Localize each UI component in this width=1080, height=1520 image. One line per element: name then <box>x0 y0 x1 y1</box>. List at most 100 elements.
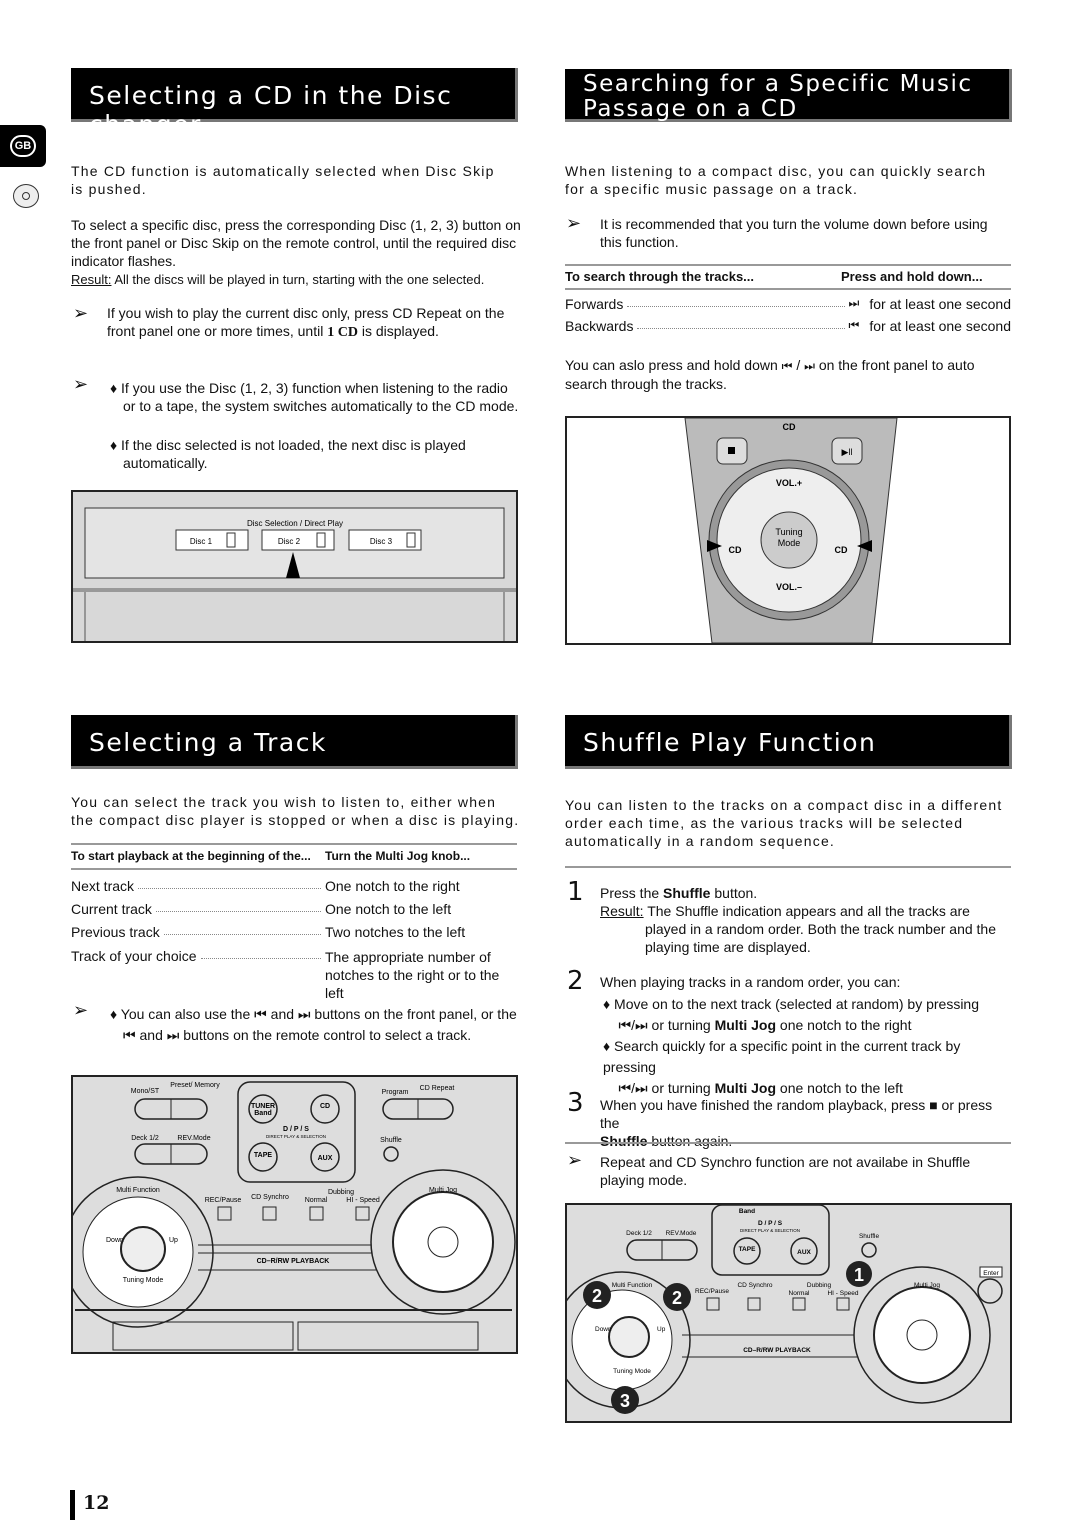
bullet: ♦ If the disc selected is not loaded, th… <box>110 437 466 471</box>
bullet: ♦ Search quickly for a specific point in… <box>603 1038 961 1096</box>
svg-text:TAPE: TAPE <box>254 1152 272 1159</box>
shuffle-panel-illustration: Band D / P / S DIRECT PLAY & SELECTION De… <box>553 1203 1012 1423</box>
disc-2-button: Disc 2 <box>261 529 335 551</box>
svg-text:HI - Speed: HI - Speed <box>827 1290 858 1297</box>
note-arrow-icon: ➢ <box>73 374 89 394</box>
svg-text:Dubbing: Dubbing <box>328 1189 354 1196</box>
paragraph: The CD function is automatically selecte… <box>71 163 495 197</box>
svg-text:AUX: AUX <box>318 1155 333 1162</box>
disc-changer-illustration: Disc Selection / Direct Play Disc 1 Disc… <box>71 490 518 643</box>
step-number: 2 <box>567 966 584 996</box>
svg-text:▶ll: ▶ll <box>842 447 853 457</box>
table-row: Previous track Two notches to the left <box>71 924 466 940</box>
bullet: ♦ If you use the Disc (1, 2, 3) function… <box>110 380 519 414</box>
svg-text:Band: Band <box>739 1208 755 1215</box>
svg-text:CD: CD <box>835 545 848 555</box>
front-panel-illustration: Mono/ST Preset/ Memory Deck 1/2 REV.Mode T… <box>62 1075 518 1354</box>
note: It is recommended that you turn the volu… <box>600 216 988 250</box>
svg-text:CD Synchro: CD Synchro <box>737 1282 772 1289</box>
svg-text:Down: Down <box>106 1237 124 1244</box>
svg-text:Preset/ Memory: Preset/ Memory <box>170 1082 220 1089</box>
note: ♦ You can also use the ⏮ and ⏭ buttons o… <box>110 1006 517 1043</box>
table-row: Forwards ⏭ for at least one second <box>565 296 1011 312</box>
page-number-bar <box>70 1490 75 1520</box>
paragraph: To select a specific disc, press the cor… <box>71 217 521 287</box>
table-header: To start playback at the beginning of th… <box>71 849 471 863</box>
svg-text:D / P / S: D / P / S <box>758 1220 783 1227</box>
paragraph: You can select the track you wish to lis… <box>71 794 520 828</box>
svg-text:CD: CD <box>729 545 742 555</box>
note: Repeat and CD Synchro function are not a… <box>600 1154 971 1188</box>
svg-text:CD Synchro: CD Synchro <box>251 1194 289 1201</box>
svg-text:Normal: Normal <box>789 1290 811 1297</box>
svg-text:CD–R/RW PLAYBACK: CD–R/RW PLAYBACK <box>257 1258 330 1265</box>
svg-text:Normal: Normal <box>305 1197 328 1204</box>
svg-text:2: 2 <box>672 1288 682 1308</box>
step-number: 1 <box>567 877 584 907</box>
svg-text:REV.Mode: REV.Mode <box>177 1135 210 1142</box>
note-arrow-icon: ➢ <box>73 303 89 323</box>
disc-1-button: Disc 1 <box>175 529 249 551</box>
svg-text:TUNER: TUNER <box>251 1103 275 1110</box>
section-title-shuffle: Shuffle Play Function <box>565 715 1012 769</box>
svg-text:CD: CD <box>320 1103 330 1110</box>
gb-label: GB <box>10 135 36 157</box>
vol-down-label: VOL.– <box>776 582 802 592</box>
svg-text:Up: Up <box>657 1326 666 1333</box>
disc-selection-label: Disc Selection / Direct Play <box>247 519 343 528</box>
step-2: When playing tracks in a random order, y… <box>600 974 901 990</box>
svg-text:Deck 1/2: Deck 1/2 <box>131 1135 159 1142</box>
step-number: 3 <box>567 1088 584 1118</box>
paragraph: You can aslo press and hold down ⏮ / ⏭ o… <box>565 357 975 392</box>
svg-text:Enter: Enter <box>983 1270 999 1277</box>
svg-text:Tuning Mode: Tuning Mode <box>123 1277 164 1284</box>
svg-text:Disc 1: Disc 1 <box>190 537 213 546</box>
svg-text:Multi Function: Multi Function <box>116 1187 160 1194</box>
svg-text:Down: Down <box>595 1326 612 1333</box>
svg-text:2: 2 <box>592 1286 602 1306</box>
note-arrow-icon: ➢ <box>567 1150 583 1170</box>
disc-3-button: Disc 3 <box>348 529 422 551</box>
svg-text:Dubbing: Dubbing <box>807 1282 832 1289</box>
svg-text:Tuning: Tuning <box>775 527 802 537</box>
note-arrow-icon: ➢ <box>566 213 582 233</box>
table-header: To search through the tracks... Press and… <box>565 269 983 284</box>
table-row: Track of your choice The appropriate numb… <box>71 948 500 1001</box>
next-track-icon: ⏭ <box>848 296 860 310</box>
section-title-disc-changer: Selecting a CD in the Disc changer <box>71 68 518 139</box>
svg-text:AUX: AUX <box>797 1249 811 1256</box>
remote-control-illustration: CD ▶ll VOL.+ VOL.– Tuning Mode CD CD <box>565 416 1011 645</box>
svg-text:CD–R/RW PLAYBACK: CD–R/RW PLAYBACK <box>743 1347 811 1354</box>
vol-up-label: VOL.+ <box>776 478 802 488</box>
note: If you wish to play the current disc onl… <box>107 305 505 340</box>
svg-text:Multi Function: Multi Function <box>612 1282 653 1289</box>
prev-track-icon: ⏮ <box>781 359 793 373</box>
svg-text:Mono/ST: Mono/ST <box>131 1088 160 1095</box>
step-1: Press the Shuffle button. <box>600 885 758 901</box>
bullet: ♦ Move on to the next track (selected at… <box>603 996 980 1033</box>
svg-text:Shuffle: Shuffle <box>859 1233 880 1240</box>
svg-text:Disc 2: Disc 2 <box>278 537 301 546</box>
page-number: 12 <box>83 1492 110 1514</box>
note-arrow-icon: ➢ <box>73 1000 89 1020</box>
table-row: Next track One notch to the right <box>71 878 460 894</box>
svg-text:3: 3 <box>620 1391 630 1411</box>
table-row: Backwards ⏮ for at least one second <box>565 318 1011 334</box>
cd-icon <box>13 184 39 208</box>
svg-text:1: 1 <box>854 1265 864 1285</box>
next-track-icon: ⏭ <box>804 359 815 373</box>
svg-text:Deck 1/2: Deck 1/2 <box>626 1230 652 1237</box>
svg-text:Multi Jog: Multi Jog <box>914 1282 940 1289</box>
table-row: Current track One notch to the left <box>71 901 452 917</box>
prev-track-icon: ⏮ <box>848 318 860 332</box>
svg-text:Multi Jog: Multi Jog <box>429 1187 457 1194</box>
svg-text:REC/Pause: REC/Pause <box>695 1288 729 1295</box>
svg-text:Disc 3: Disc 3 <box>370 537 393 546</box>
svg-text:Tuning Mode: Tuning Mode <box>613 1368 651 1375</box>
svg-text:Shuffle: Shuffle <box>380 1137 402 1144</box>
svg-text:CD Repeat: CD Repeat <box>420 1085 455 1092</box>
section-title-search: Searching for a Specific Music Passage on… <box>565 69 1012 122</box>
svg-text:Band: Band <box>254 1110 272 1117</box>
svg-text:DIRECT PLAY & SELECTION: DIRECT PLAY & SELECTION <box>740 1228 800 1233</box>
svg-text:REV.Mode: REV.Mode <box>666 1230 697 1237</box>
